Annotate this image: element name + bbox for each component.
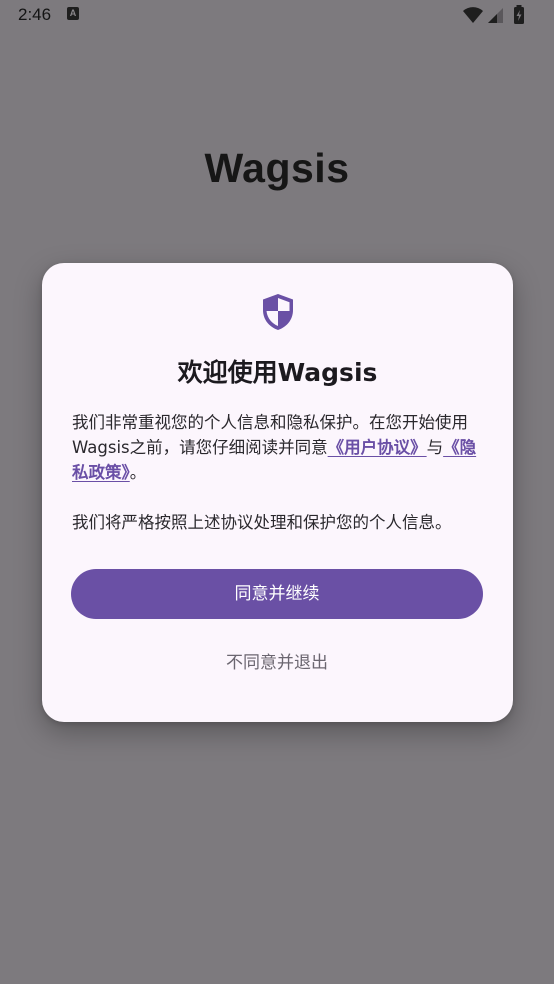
battery-icon bbox=[514, 5, 524, 24]
app-title: Wagsis bbox=[204, 145, 350, 191]
shield-icon bbox=[263, 294, 293, 330]
consent-end-text: 。 bbox=[129, 463, 147, 482]
agree-and-continue-button[interactable]: 同意并继续 bbox=[71, 569, 483, 619]
consent-and-text: 与 bbox=[426, 438, 444, 457]
signal-icon bbox=[488, 8, 503, 23]
a-icon: A bbox=[67, 7, 79, 20]
dialog-title: 欢迎使用Wagsis bbox=[177, 358, 378, 387]
status-bar: 2:46 A bbox=[0, 0, 554, 32]
user-agreement-link[interactable]: 《用户协议》 bbox=[328, 438, 427, 457]
privacy-dialog: 欢迎使用Wagsis 我们非常重视您的个人信息和隐私保护。在您开始使用Wagsi… bbox=[42, 263, 513, 722]
status-icons bbox=[462, 4, 538, 26]
status-time: 2:46 bbox=[18, 5, 52, 24]
decline-and-exit-button[interactable]: 不同意并退出 bbox=[177, 643, 377, 683]
commitment-paragraph: 我们将严格按照上述协议处理和保护您的个人信息。 bbox=[72, 513, 452, 532]
dialog-body: 我们非常重视您的个人信息和隐私保护。在您开始使用Wagsis之前，请您仔细阅读并… bbox=[72, 410, 486, 535]
consent-paragraph: 我们非常重视您的个人信息和隐私保护。在您开始使用Wagsis之前，请您仔细阅读并… bbox=[72, 410, 486, 485]
wifi-icon bbox=[463, 7, 483, 23]
